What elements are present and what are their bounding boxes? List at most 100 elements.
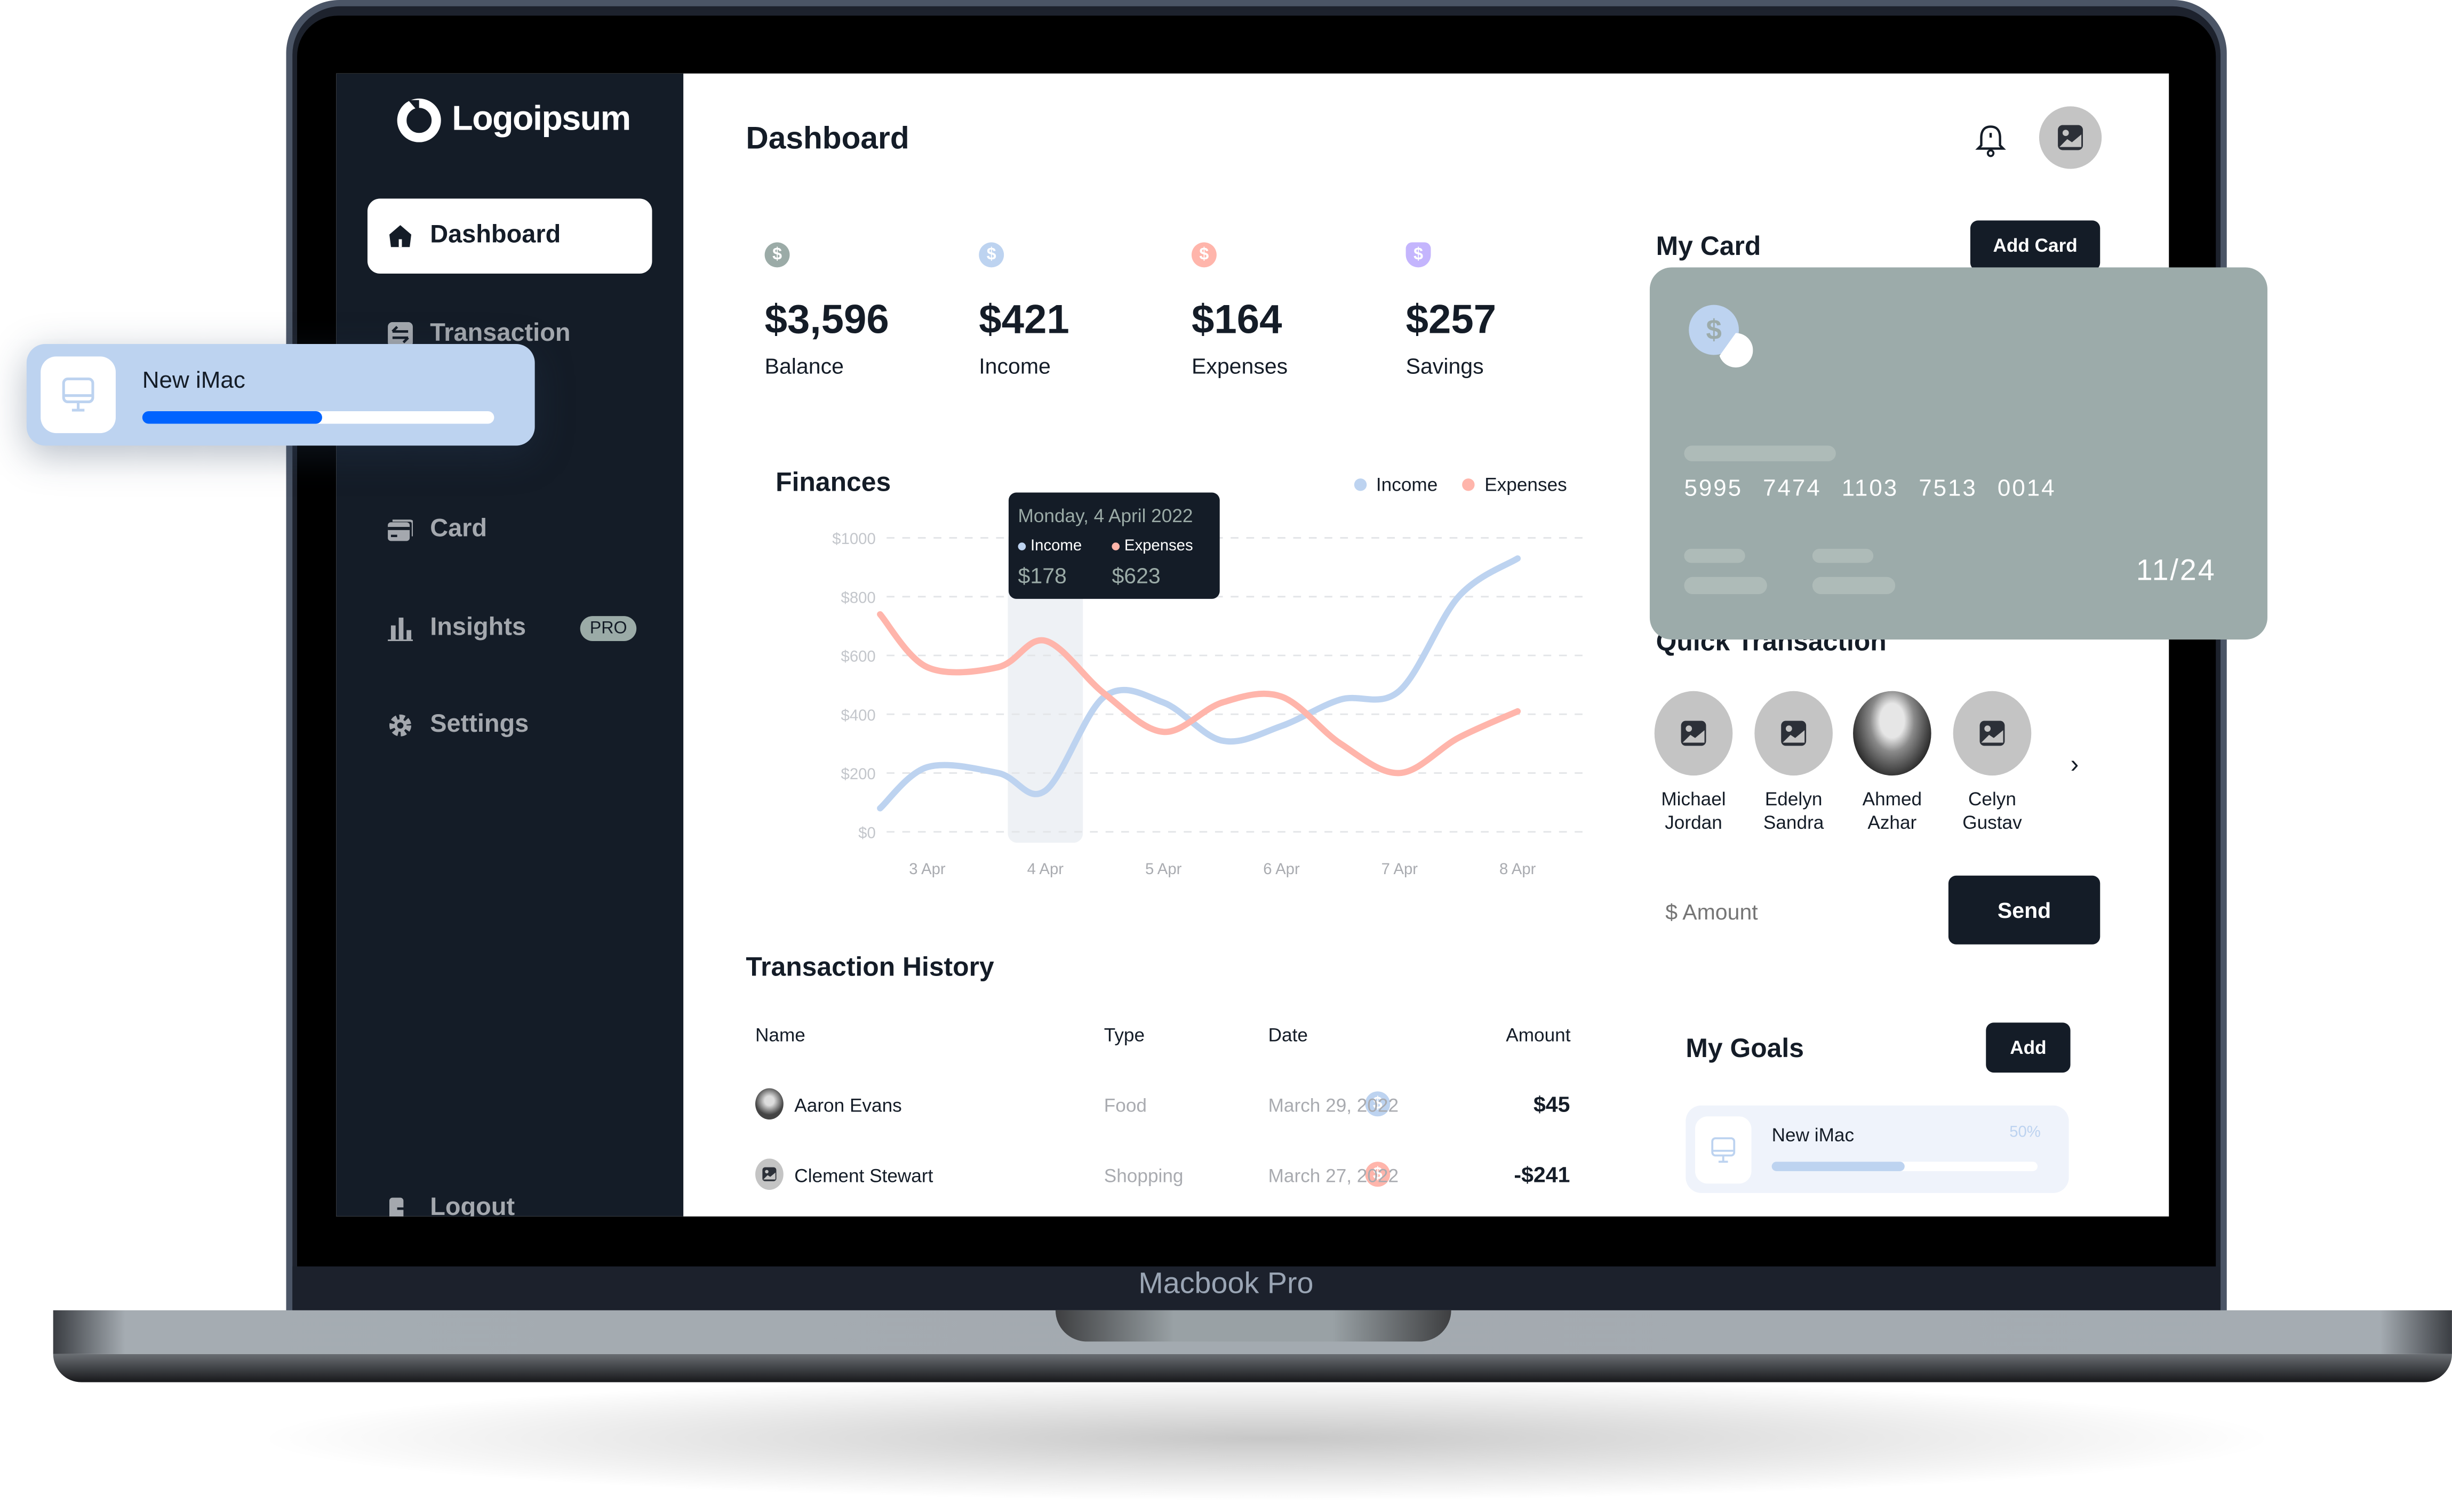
sidebar-item-label: Insights [430, 614, 526, 641]
notification-button[interactable] [1975, 124, 2007, 166]
expense-coin-icon: $ [1191, 242, 1217, 268]
contact-avatar-photo [1853, 691, 1931, 776]
add-goal-button[interactable]: Add [1986, 1022, 2071, 1073]
dollar-coin-icon: $ [764, 242, 790, 268]
card-number-group: 7513 [1919, 475, 1977, 502]
my-card-title: My Card [1656, 231, 1761, 261]
bell-icon [1975, 125, 2006, 157]
stat-balance: $ $3,596 Balance [764, 242, 889, 379]
card-placeholder-bar [1812, 549, 1874, 563]
monitor-icon [1711, 1136, 1736, 1162]
chart-tooltip: Monday, 4 April 2022 Income Expenses $17… [1008, 492, 1220, 599]
bar-chart-icon [386, 614, 414, 643]
contact-michael-jordan[interactable]: Michael Jordan [1654, 691, 1733, 835]
credit-card[interactable]: $ 5995 7474 1103 7513 0014 11/24 [1649, 267, 2267, 640]
floating-goal-card[interactable]: New iMac [26, 343, 535, 446]
brand-logo[interactable]: Logoipsum [396, 95, 631, 142]
transaction-amount: -$241 [1514, 1162, 1570, 1187]
tooltip-income-dot [1018, 542, 1026, 550]
contact-last-name: Gustav [1962, 811, 2022, 834]
sidebar-item-label: Dashboard [430, 222, 561, 249]
sidebar-item-label: Card [430, 516, 488, 543]
image-placeholder-icon [1979, 721, 2005, 746]
contact-celyn-gustav[interactable]: Celyn Gustav [1953, 691, 2032, 835]
goal-icon-box [41, 356, 116, 434]
stage: Macbook Pro Logoipsum Dashboard Transact… [0, 0, 2452, 1512]
sidebar-item-insights[interactable]: Insights PRO [368, 591, 652, 666]
logout-label: Logout [430, 1194, 515, 1217]
goal-percent: 50% [2009, 1124, 2041, 1142]
contact-edelyn-sandra[interactable]: Edelyn Sandra [1754, 691, 1833, 835]
stat-label: Income [979, 353, 1051, 379]
goal-name: New iMac [1771, 1124, 1855, 1146]
legend-income-label: Income [1376, 474, 1438, 496]
contact-last-name: Sandra [1763, 811, 1824, 834]
amount-input[interactable] [1662, 883, 1919, 940]
tooltip-expenses-value: $623 [1112, 563, 1161, 588]
send-button[interactable]: Send [1948, 875, 2100, 945]
stat-income: $ $421 Income [979, 242, 1069, 378]
table-row[interactable]: Clement Stewart $ Shopping March 27, 202… [746, 1153, 1575, 1199]
floating-goal-progress-track [142, 411, 494, 424]
transaction-amount: $45 [1533, 1091, 1570, 1117]
chart-legend: Income Expenses [1354, 474, 1567, 495]
sidebar-item-settings[interactable]: Settings [368, 688, 652, 763]
contact-first-name: Edelyn [1764, 788, 1823, 810]
stat-label: Balance [764, 353, 844, 379]
goal-item[interactable]: New iMac 50% [1686, 1105, 2069, 1193]
x-tick-label: 5 Apr [1145, 860, 1182, 878]
card-number-group: 7474 [1763, 475, 1822, 502]
contact-first-name: Ahmed [1862, 788, 1922, 810]
tooltip-date: Monday, 4 April 2022 [1018, 505, 1193, 527]
y-tick-label: $1000 [832, 530, 875, 548]
stat-value: $3,596 [764, 295, 889, 343]
x-tick-label: 8 Apr [1499, 860, 1536, 878]
contact-first-name: Michael [1661, 788, 1726, 810]
card-number-group: 1103 [1841, 475, 1899, 502]
logo-icon [397, 98, 441, 142]
card-number: 5995 7474 1103 7513 0014 [1684, 475, 2056, 502]
floating-goal-name: New iMac [142, 367, 245, 394]
goal-progress-fill [1771, 1162, 1905, 1171]
stat-expenses: $ $164 Expenses [1191, 242, 1288, 378]
tooltip-income: Income [1018, 538, 1082, 555]
transaction-name: Clement Stewart [794, 1165, 933, 1187]
stat-label: Savings [1405, 353, 1484, 379]
column-header-type[interactable]: Type [1104, 1024, 1145, 1046]
x-tick-label: 3 Apr [909, 860, 946, 878]
contact-avatar [1754, 691, 1833, 776]
y-tick-label: $200 [841, 765, 876, 783]
tooltip-expenses-dot [1112, 542, 1120, 550]
table-row[interactable]: Aaron Evans $ Food March 29, 2022 $45 [746, 1082, 1575, 1129]
x-tick-label: 7 Apr [1381, 860, 1418, 878]
page-title: Dashboard [746, 122, 909, 157]
tooltip-income-value: $178 [1018, 563, 1067, 588]
y-tick-label: $800 [841, 589, 876, 606]
goal-icon-box [1695, 1116, 1752, 1184]
add-card-button[interactable]: Add Card [1970, 220, 2100, 271]
pro-badge: PRO [580, 616, 637, 641]
brand-name: Logoipsum [452, 98, 631, 138]
column-header-date[interactable]: Date [1268, 1024, 1308, 1046]
avatar [755, 1088, 784, 1120]
next-contacts-chevron-icon[interactable]: › [2071, 752, 2079, 780]
monitor-icon [62, 377, 94, 411]
transaction-date: March 27, 2022 [1268, 1165, 1399, 1187]
user-avatar[interactable] [2039, 106, 2102, 169]
floating-goal-progress-fill [142, 411, 322, 424]
card-expiry: 11/24 [2136, 555, 2216, 588]
logout-button[interactable]: Logout [368, 1171, 652, 1217]
goal-progress-track [1771, 1162, 2038, 1171]
finances-title: Finances [776, 467, 891, 498]
contact-ahmed-azhar[interactable]: Ahmed Azhar [1853, 691, 1931, 835]
card-number-group: 0014 [1997, 475, 2056, 502]
card-placeholder-bar [1684, 445, 1836, 461]
sidebar-item-card[interactable]: Card [368, 492, 652, 567]
y-tick-label: $600 [841, 648, 876, 666]
sidebar-item-dashboard[interactable]: Dashboard [367, 198, 652, 274]
transaction-type: Food [1104, 1094, 1147, 1117]
x-tick-label: 6 Apr [1263, 860, 1300, 878]
column-header-amount[interactable]: Amount [1506, 1024, 1570, 1046]
column-header-name[interactable]: Name [755, 1024, 805, 1046]
laptop-notch [1055, 1310, 1451, 1342]
